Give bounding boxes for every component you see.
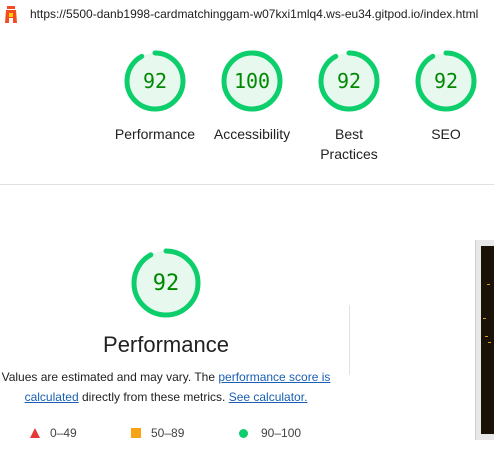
square-icon <box>131 428 141 438</box>
thumbnail-image <box>481 246 494 434</box>
legend-fail-label: 0–49 <box>50 426 77 440</box>
section-divider <box>0 184 494 185</box>
performance-description: Values are estimated and may vary. The p… <box>0 367 332 407</box>
gauge-accessibility[interactable]: 100 <box>220 49 284 113</box>
gauge-score: 92 <box>433 69 459 93</box>
see-calculator-link[interactable]: See calculator. <box>229 390 308 404</box>
gauge-score: 92 <box>142 69 168 93</box>
legend-pass-label: 90–100 <box>261 426 302 440</box>
gauge-performance[interactable]: 92 <box>123 49 187 113</box>
performance-title: Performance <box>103 332 229 357</box>
performance-score: 92 <box>152 270 180 296</box>
desc-text: directly from these metrics. <box>78 390 229 404</box>
report-url[interactable]: https://5500-danb1998-cardmatchinggam-w0… <box>30 7 478 21</box>
gauge-best-practices[interactable]: 92 <box>317 49 381 113</box>
gauge-label-seo: SEO <box>431 126 461 142</box>
vertical-divider <box>349 305 350 375</box>
final-screenshot-thumbnail[interactable] <box>475 240 494 440</box>
report-header: https://5500-danb1998-cardmatchinggam-w0… <box>0 0 494 30</box>
desc-text: Values are estimated and may vary. The <box>1 370 219 384</box>
gauge-score: 100 <box>233 69 271 93</box>
legend-average: 50–89 <box>131 424 184 442</box>
legend-fail: 0–49 <box>30 424 77 442</box>
legend-pass: 90–100 <box>239 424 301 442</box>
gauge-score: 92 <box>336 69 362 93</box>
gauge-seo[interactable]: 92 <box>414 49 478 113</box>
lighthouse-icon <box>5 6 17 23</box>
gauge-label-accessibility: Accessibility <box>213 126 291 142</box>
legend-average-label: 50–89 <box>151 426 185 440</box>
triangle-icon <box>30 428 40 438</box>
gauge-label-performance: Performance <box>114 126 196 142</box>
circle-icon <box>239 428 248 438</box>
gauge-label-best-practices: Best Practices <box>320 126 378 162</box>
performance-gauge-large: 92 <box>130 247 202 319</box>
